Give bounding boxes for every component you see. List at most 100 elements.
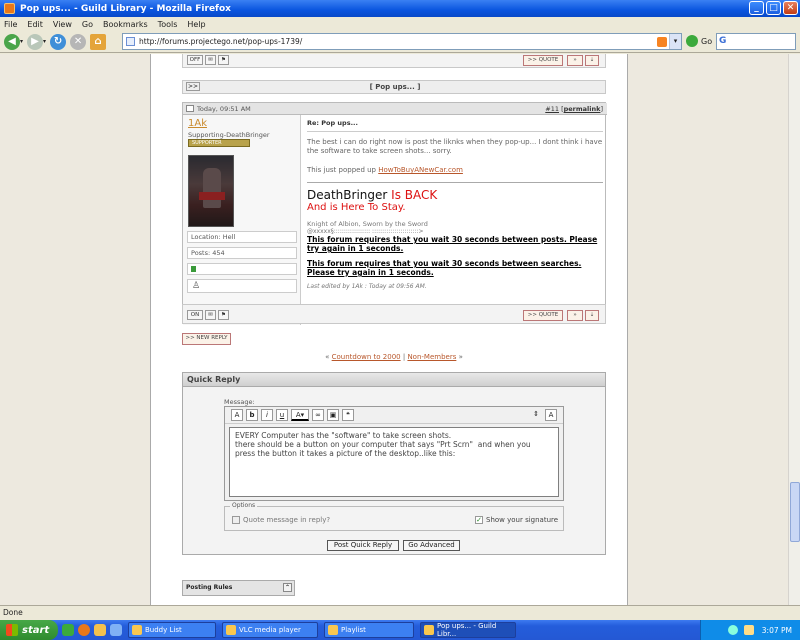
signature: DeathBringer Is BACK And is Here To Stay… bbox=[307, 182, 603, 277]
stop-button[interactable]: ✕ bbox=[70, 33, 87, 51]
prev-post-footer: OFF ✉ ⚑ >> QUOTE » ⇣ bbox=[182, 54, 606, 68]
post-number[interactable]: #11 bbox=[545, 105, 559, 113]
task-firefox[interactable]: Pop ups... - Guild Libr... bbox=[420, 622, 516, 638]
menu-edit[interactable]: Edit bbox=[27, 20, 43, 29]
post-subject: Re: Pop ups... bbox=[307, 119, 358, 127]
post-date: Today, 09:51 AM bbox=[197, 105, 251, 113]
signature-checkbox[interactable]: ✓ bbox=[475, 516, 483, 524]
thread-nav-title: [ Pop ups... ] bbox=[369, 83, 421, 91]
windows-taskbar: start Buddy List VLC media player Playli… bbox=[0, 620, 800, 640]
quote-button[interactable]: >> QUOTE bbox=[523, 310, 563, 321]
options-fieldset: Options Quote message in reply? ✓ Show yo… bbox=[224, 502, 564, 531]
sig-line2: And is Here To Stay. bbox=[307, 202, 406, 213]
search-box[interactable]: G bbox=[716, 33, 796, 50]
message-textarea[interactable]: EVERY Computer has the "software" to tak… bbox=[229, 427, 559, 497]
status-bar: Done bbox=[0, 605, 800, 619]
user-rank: Supporting-DeathBringer bbox=[188, 131, 270, 139]
quicklaunch-icon-3[interactable] bbox=[94, 624, 106, 636]
quicklaunch-icon-1[interactable] bbox=[62, 624, 74, 636]
start-button[interactable]: start bbox=[0, 620, 58, 640]
scrollbar-thumb[interactable] bbox=[790, 482, 800, 542]
firefox-quicklaunch-icon[interactable] bbox=[78, 624, 90, 636]
bold-button[interactable]: b bbox=[246, 409, 258, 421]
sig-knight: Knight of Albion, Sworn by the Sword bbox=[307, 220, 428, 228]
prev-thread-link[interactable]: Countdown to 2000 bbox=[332, 353, 401, 361]
post-quick-reply-button[interactable]: Post Quick Reply bbox=[327, 540, 399, 551]
on-button[interactable]: ON bbox=[187, 310, 203, 320]
underline-button[interactable]: u bbox=[276, 409, 288, 421]
go-icon bbox=[686, 35, 698, 47]
user-location: Location: Hell bbox=[187, 231, 297, 243]
quote-button-top[interactable]: >> QUOTE bbox=[523, 55, 563, 66]
menu-help[interactable]: Help bbox=[187, 20, 205, 29]
maximize-button[interactable]: □ bbox=[766, 1, 781, 15]
minimize-button[interactable]: _ bbox=[749, 1, 764, 15]
url-bar[interactable]: http://forums.projectego.net/pop-ups-173… bbox=[122, 33, 682, 50]
post-header: Today, 09:51 AM #11 [permalink] bbox=[183, 103, 607, 115]
menu-tools[interactable]: Tools bbox=[158, 20, 178, 29]
switch-mode-icon[interactable]: A bbox=[545, 409, 557, 421]
options-label: Options bbox=[230, 502, 258, 509]
format-icon[interactable]: A bbox=[231, 409, 243, 421]
post-11: Today, 09:51 AM #11 [permalink] 1Ak Supp… bbox=[182, 102, 607, 325]
quick-quote-post-icon[interactable]: ⇣ bbox=[585, 310, 599, 321]
system-tray: 3:07 PM bbox=[700, 620, 800, 640]
task-vlc[interactable]: VLC media player bbox=[222, 622, 318, 638]
editor-toolbar: A b i u A▾ ∞ ▣ ❝ ⇕ A bbox=[225, 407, 563, 424]
author-link[interactable]: 1Ak bbox=[188, 118, 207, 129]
rss-icon[interactable] bbox=[657, 37, 667, 47]
page-scrollbar[interactable] bbox=[788, 54, 800, 605]
warning-searches: This forum requires that you wait 30 sec… bbox=[307, 259, 582, 277]
user-profile-icon[interactable]: ♙ bbox=[192, 281, 200, 291]
signature-option[interactable]: ✓ Show your signature bbox=[475, 516, 558, 524]
multiquote-icon[interactable]: » bbox=[567, 55, 583, 66]
menu-go[interactable]: Go bbox=[82, 20, 93, 29]
close-button[interactable]: ✕ bbox=[783, 1, 798, 15]
window-titlebar: Pop ups... - Guild Library - Mozilla Fir… bbox=[0, 0, 800, 17]
tray-network-icon[interactable] bbox=[727, 625, 738, 635]
task-playlist[interactable]: Playlist bbox=[324, 622, 414, 638]
next-thread-link[interactable]: Non-Members bbox=[407, 353, 456, 361]
quote-checkbox[interactable] bbox=[232, 516, 240, 524]
favicon-icon bbox=[126, 37, 135, 46]
go-advanced-button[interactable]: Go Advanced bbox=[403, 540, 460, 551]
font-color-button[interactable]: A▾ bbox=[291, 409, 309, 421]
user-posts: Posts: 454 bbox=[187, 247, 297, 259]
message-label: Message: bbox=[224, 398, 255, 406]
tray-volume-icon[interactable] bbox=[743, 625, 754, 635]
image-icon[interactable]: ▣ bbox=[327, 409, 339, 421]
online-status-icon bbox=[191, 266, 196, 272]
resize-icon[interactable]: ⇕ bbox=[530, 409, 542, 421]
menu-bookmarks[interactable]: Bookmarks bbox=[103, 20, 148, 29]
quick-quote-icon[interactable]: ⇣ bbox=[585, 55, 599, 66]
popup-link[interactable]: HowToBuyANewCar.com bbox=[378, 166, 463, 174]
forward-arrow-icon: ▶ bbox=[27, 33, 44, 50]
permalink-link[interactable]: permalink bbox=[564, 105, 601, 113]
italic-button[interactable]: i bbox=[261, 409, 273, 421]
report-post-icon[interactable]: ✉ bbox=[205, 310, 216, 320]
new-reply-button[interactable]: >> NEW REPLY bbox=[182, 333, 231, 345]
multiquote-post-icon[interactable]: » bbox=[567, 310, 583, 321]
navigation-toolbar: ◀ ▾ ▶ ▾ ↻ ✕ ⌂ http://forums.projectego.net… bbox=[0, 31, 800, 53]
off-button[interactable]: OFF bbox=[187, 55, 203, 65]
home-button[interactable]: ⌂ bbox=[90, 33, 107, 51]
forward-button[interactable]: ▶ ▾ bbox=[27, 33, 46, 51]
task-buddy-list[interactable]: Buddy List bbox=[128, 622, 216, 638]
sig-back: Is BACK bbox=[391, 188, 438, 202]
report-icon[interactable]: ✉ bbox=[205, 55, 216, 65]
reload-button[interactable]: ↻ bbox=[50, 33, 67, 51]
menu-view[interactable]: View bbox=[53, 20, 72, 29]
url-text: http://forums.projectego.net/pop-ups-173… bbox=[139, 37, 303, 46]
back-button[interactable]: ◀ ▾ bbox=[4, 33, 23, 51]
post-icon bbox=[186, 105, 194, 112]
collapse-rules-icon[interactable]: ⌃ bbox=[283, 583, 292, 592]
url-dropdown-icon[interactable]: ▾ bbox=[669, 34, 681, 49]
quote-option[interactable]: Quote message in reply? bbox=[232, 516, 330, 524]
flag-icon[interactable]: ⚑ bbox=[218, 55, 229, 65]
quote-tag-icon[interactable]: ❝ bbox=[342, 409, 354, 421]
link-icon[interactable]: ∞ bbox=[312, 409, 324, 421]
menu-file[interactable]: File bbox=[4, 20, 17, 29]
flag-post-icon[interactable]: ⚑ bbox=[218, 310, 229, 320]
quicklaunch-icon-4[interactable] bbox=[110, 624, 122, 636]
go-button[interactable]: Go bbox=[686, 35, 712, 47]
